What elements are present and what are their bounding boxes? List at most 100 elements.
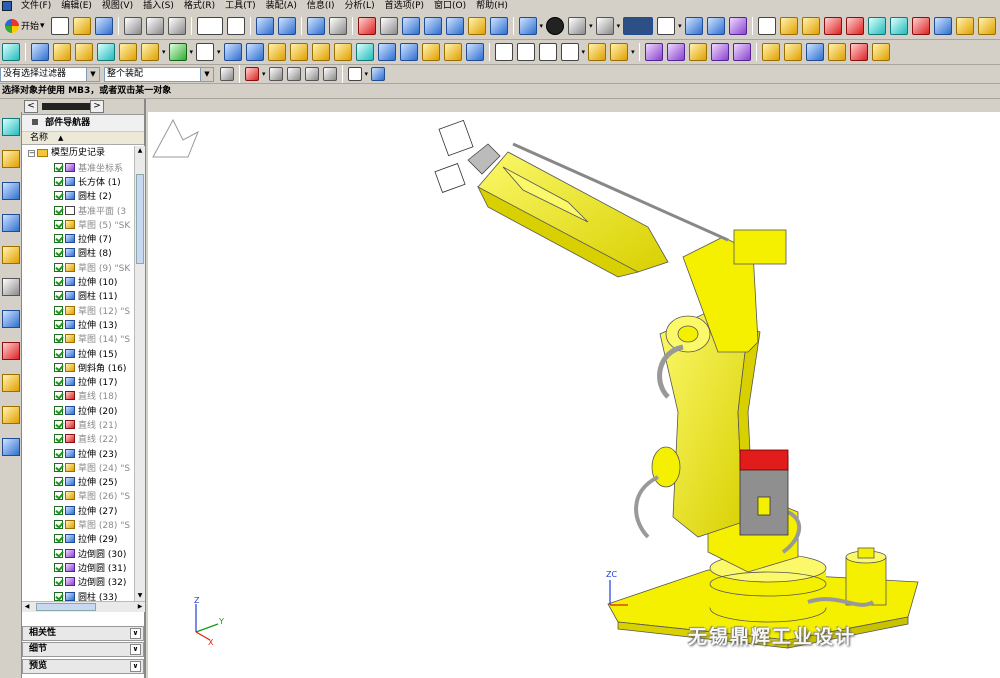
sew-icon[interactable]: [761, 43, 780, 61]
chevron-right-icon[interactable]: >: [90, 100, 104, 113]
chamfer-icon[interactable]: [311, 43, 330, 61]
tree-node[interactable]: 草图 (14) "S: [22, 332, 134, 346]
select-all-icon[interactable]: [245, 67, 259, 81]
pin-icon[interactable]: [32, 119, 38, 125]
through-curves-icon[interactable]: [666, 43, 685, 61]
menu-item[interactable]: 分析(L): [340, 0, 380, 12]
line-icon[interactable]: [494, 43, 513, 61]
part-navigator-icon[interactable]: [2, 43, 20, 61]
menu-item[interactable]: 首选项(P): [380, 0, 429, 12]
draft-icon[interactable]: [355, 43, 374, 61]
render-style-icon[interactable]: [546, 16, 565, 35]
polygon-icon[interactable]: [538, 43, 557, 61]
checkbox-icon[interactable]: [54, 462, 63, 472]
snap-view-icon[interactable]: [684, 16, 703, 35]
snap-mid-icon[interactable]: [823, 16, 842, 35]
scroll-down-icon[interactable]: ▼: [135, 591, 145, 601]
chevron-down-icon[interactable]: ▾: [582, 48, 586, 56]
checkbox-icon[interactable]: [54, 262, 63, 272]
checkbox-icon[interactable]: [54, 434, 63, 444]
edge-blend-icon[interactable]: [289, 43, 308, 61]
rotate-icon[interactable]: [445, 16, 464, 35]
fit-icon[interactable]: [357, 16, 376, 35]
measure-icon[interactable]: [955, 16, 974, 35]
pan-icon[interactable]: [467, 16, 486, 35]
checkbox-icon[interactable]: [54, 362, 63, 372]
extract-icon[interactable]: [827, 43, 846, 61]
zoom-window-icon[interactable]: [379, 16, 398, 35]
tree-node[interactable]: 基准坐标系: [22, 160, 134, 174]
curve-select-icon[interactable]: [757, 16, 776, 35]
chevron-down-icon[interactable]: ∨: [130, 644, 141, 655]
checkbox-icon[interactable]: [54, 319, 63, 329]
menu-item[interactable]: 视图(V): [97, 0, 138, 12]
subtract-icon[interactable]: [245, 43, 264, 61]
tree-node[interactable]: 拉伸 (13): [22, 317, 134, 331]
offset-surface-icon[interactable]: [871, 43, 890, 61]
checkbox-icon[interactable]: [54, 305, 63, 315]
details-panel[interactable]: 细节 ∨: [22, 642, 144, 657]
chevron-down-icon[interactable]: ▾: [617, 22, 621, 30]
arc-icon[interactable]: [516, 43, 535, 61]
mesh-surface-icon[interactable]: [688, 43, 707, 61]
mirror-icon[interactable]: [465, 43, 484, 61]
deselect-icon[interactable]: [268, 67, 283, 81]
checkbox-icon[interactable]: [54, 477, 63, 487]
tree-node[interactable]: 拉伸 (23): [22, 446, 134, 460]
tree-node[interactable]: 倒斜角 (16): [22, 360, 134, 374]
tree-node[interactable]: 拉伸 (29): [22, 532, 134, 546]
scroll-up-icon[interactable]: ▲: [135, 146, 145, 156]
part-navigator-tab-icon[interactable]: [2, 150, 20, 168]
tree-node[interactable]: 草图 (9) "SK: [22, 260, 134, 274]
save-icon[interactable]: [94, 16, 113, 35]
chevron-down-icon[interactable]: ▾: [540, 22, 544, 30]
checkbox-icon[interactable]: [54, 205, 63, 215]
snap-intersect-icon[interactable]: [867, 16, 886, 35]
start-button[interactable]: 开始 ▾: [2, 16, 49, 36]
sketch-icon[interactable]: [196, 43, 215, 61]
checkbox-icon[interactable]: [54, 520, 63, 530]
tree-node[interactable]: 拉伸 (17): [22, 374, 134, 388]
tree-node[interactable]: 草图 (24) "S: [22, 460, 134, 474]
orient-view-icon[interactable]: [518, 16, 537, 35]
spline-icon[interactable]: [560, 43, 579, 61]
menu-item[interactable]: 装配(A): [261, 0, 302, 12]
n-sided-icon[interactable]: [732, 43, 751, 61]
snap-end-icon[interactable]: [801, 16, 820, 35]
tree-node[interactable]: 拉伸 (20): [22, 403, 134, 417]
graphics-window[interactable]: Z Y X ZC 无锡鼎辉工业设计: [148, 112, 1000, 678]
section-view-icon[interactable]: [595, 16, 614, 35]
chevron-down-icon[interactable]: ▾: [217, 48, 221, 56]
tree-node[interactable]: 圆柱 (11): [22, 289, 134, 303]
assembly-icon[interactable]: [706, 16, 725, 35]
snap-center-icon[interactable]: [889, 16, 908, 35]
reuse-library-icon[interactable]: [2, 374, 20, 392]
history-icon[interactable]: [2, 246, 20, 264]
checkbox-icon[interactable]: [54, 391, 63, 401]
ruler-icon[interactable]: [977, 16, 996, 35]
project-curve-icon[interactable]: [610, 43, 629, 61]
filter-reset-icon[interactable]: [220, 67, 234, 81]
clock-icon[interactable]: [2, 278, 20, 296]
tree-node[interactable]: 基准平面 (3: [22, 203, 134, 217]
scope-dropdown[interactable]: 整个装配 ▼: [104, 66, 214, 82]
menu-item[interactable]: 编辑(E): [56, 0, 97, 12]
sweep-icon[interactable]: [75, 43, 93, 61]
checkbox-icon[interactable]: [54, 248, 63, 258]
menu-item[interactable]: 格式(R): [179, 0, 220, 12]
scroll-right-icon[interactable]: ▶: [135, 602, 145, 612]
tree-node[interactable]: 草图 (5) "SK: [22, 217, 134, 231]
tree-node[interactable]: 边倒圆 (31): [22, 560, 134, 574]
scroll-left-icon[interactable]: ◀: [22, 602, 32, 612]
new-file-icon[interactable]: [50, 16, 69, 35]
horizontal-scrollbar[interactable]: ◀ ▶: [22, 601, 145, 612]
paste-icon[interactable]: [167, 16, 186, 35]
snap-quadrant-icon[interactable]: [911, 16, 930, 35]
checkbox-icon[interactable]: [54, 577, 63, 587]
chevron-down-icon[interactable]: ▾: [589, 22, 593, 30]
select-icon[interactable]: [306, 16, 325, 35]
offset-face-icon[interactable]: [421, 43, 440, 61]
tree-node[interactable]: 直线 (22): [22, 432, 134, 446]
checkbox-icon[interactable]: [54, 291, 63, 301]
selection-filter-dropdown[interactable]: 没有选择过滤器 ▼: [0, 66, 100, 82]
